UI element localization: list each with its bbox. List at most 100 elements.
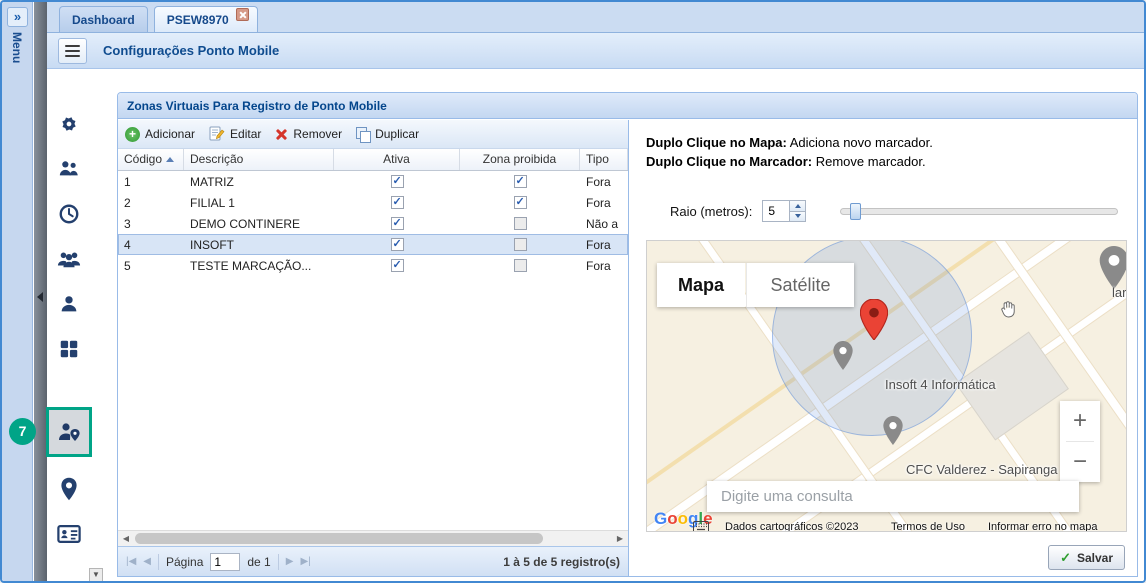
zone-marker-icon[interactable] [860,299,888,345]
zona-proibida-checkbox[interactable] [514,217,527,230]
hint1-bold: Duplo Clique no Mapa: [646,135,787,150]
table-row[interactable]: 4 INSOFT Fora [118,234,628,255]
team-icon[interactable] [47,154,90,184]
tab-psew8970[interactable]: PSEW8970 [154,6,258,32]
users-group-icon[interactable] [47,244,90,274]
horizontal-scrollbar[interactable]: ◀ ▶ [118,530,628,546]
first-page-button[interactable]: |◀ [126,556,136,567]
column-ativa-label: Ativa [383,152,410,170]
edit-button[interactable]: Editar [209,125,261,144]
mobile-zones-marker-icon[interactable] [47,417,90,447]
clock-icon[interactable] [47,199,90,229]
tab-close-icon[interactable] [236,8,249,21]
map-attribution: Dados cartográficos ©2023 [725,521,858,532]
modules-grid-icon[interactable] [47,334,90,364]
badge-card-icon[interactable] [47,519,90,549]
cell-codigo: 2 [118,196,184,210]
cell-descricao: MATRIZ [184,175,334,189]
zoom-in-button[interactable]: + [1060,401,1100,441]
cell-descricao: DEMO CONTINERE [184,217,334,231]
zona-proibida-checkbox[interactable] [514,259,527,272]
next-page-button[interactable]: ▶ [286,556,294,567]
prev-page-button[interactable]: ◀ [143,556,151,567]
satellite-view-button[interactable]: Satélite [746,263,854,307]
tab-dashboard[interactable]: Dashboard [59,6,148,32]
ativa-checkbox[interactable] [391,238,404,251]
user-icon[interactable] [47,289,90,319]
edit-button-label: Editar [230,127,261,141]
ativa-checkbox[interactable] [391,217,404,230]
sort-asc-icon [166,157,174,162]
map-canvas[interactable]: Insoft 4 Informática CFC Valderez - Sapi… [646,240,1127,532]
hint2-bold: Duplo Clique no Marcador: [646,154,812,169]
table-row[interactable]: 5 TESTE MARCAÇÃO... Fora [118,255,628,276]
remove-button[interactable]: Remover [275,127,342,141]
scroll-down-button[interactable]: ▼ [89,568,103,582]
column-header-descricao[interactable]: Descrição [184,149,334,170]
add-button-label: Adicionar [145,127,195,141]
map-view-button[interactable]: Mapa [657,263,745,307]
scrollbar-right-icon[interactable]: ▶ [612,531,628,546]
hint2-text: Remove marcador. [812,154,925,169]
location-pin-icon[interactable] [47,474,90,504]
column-header-tipo[interactable]: Tipo [580,149,628,170]
zona-proibida-checkbox[interactable] [514,196,527,209]
spinner-up-button[interactable] [790,201,805,212]
scrollbar-left-icon[interactable]: ◀ [118,531,134,546]
column-header-ativa[interactable]: Ativa [334,149,460,170]
report-error-link[interactable]: Informar erro no mapa [988,521,1097,532]
expand-menu-button[interactable]: » [7,7,28,27]
cell-codigo: 4 [118,238,184,252]
cell-descricao: FILIAL 1 [184,196,334,210]
zones-grid-section: + Adicionar Editar [118,120,629,576]
collapse-arrow-icon[interactable] [37,292,43,302]
tab-dashboard-label: Dashboard [72,13,135,27]
zoom-control: + − [1060,401,1100,482]
cell-tipo: Fora [580,238,628,252]
last-page-button[interactable]: ▶| [300,556,310,567]
page-input[interactable] [210,553,240,571]
spinner-down-button[interactable] [790,212,805,222]
menu-vertical-label[interactable]: Menu [10,32,24,63]
zona-proibida-checkbox[interactable] [514,238,527,251]
radius-slider[interactable] [840,208,1118,215]
add-button[interactable]: + Adicionar [125,127,195,142]
save-button[interactable]: ✓ Salvar [1048,545,1125,570]
poi-marker-icon[interactable] [883,416,903,450]
zona-proibida-checkbox[interactable] [514,175,527,188]
ativa-checkbox[interactable] [391,175,404,188]
cell-codigo: 3 [118,217,184,231]
title-toolbar: Configurações Ponto Mobile [47,33,1144,69]
table-row[interactable]: 3 DEMO CONTINERE Não a [118,213,628,234]
zones-panel-title: Zonas Virtuais Para Registro de Ponto Mo… [118,93,1137,119]
ativa-checkbox[interactable] [391,196,404,209]
ativa-checkbox[interactable] [391,259,404,272]
zones-panel-body: + Adicionar Editar [118,120,1137,576]
hamburger-menu-button[interactable] [58,38,87,64]
terms-link[interactable]: Termos de Uso [891,521,965,532]
content-area: Zonas Virtuais Para Registro de Ponto Mo… [47,69,1144,581]
map-type-control: Mapa Satélite [657,263,854,307]
poi-marker-icon[interactable] [833,341,853,375]
status-badge: 7 [9,418,36,445]
radius-input[interactable] [763,201,789,221]
grid-toolbar: + Adicionar Editar [118,120,628,149]
scrollbar-thumb[interactable] [135,533,543,544]
splitter-bar[interactable] [34,2,47,581]
table-row[interactable]: 2 FILIAL 1 Fora [118,192,628,213]
duplicate-button[interactable]: Duplicar [356,127,419,141]
map-search-input[interactable] [707,488,1079,505]
keyboard-icon[interactable] [693,520,709,532]
collapsed-menu-strip: » Menu [2,2,33,581]
column-header-zona-proibida[interactable]: Zona proibida [460,149,580,170]
zoom-out-button[interactable]: − [1060,442,1100,482]
slider-thumb[interactable] [850,203,861,220]
map-search-box [707,481,1079,512]
cell-tipo: Não a [580,217,628,231]
grid-header: Código Descrição Ativa Zona proibida [118,149,628,171]
cell-tipo: Fora [580,259,628,273]
place-label: CFC Valderez - Sapiranga [906,462,1058,477]
settings-gear-icon[interactable] [47,109,90,139]
table-row[interactable]: 1 MATRIZ Fora [118,171,628,192]
column-header-codigo[interactable]: Código [118,149,184,170]
